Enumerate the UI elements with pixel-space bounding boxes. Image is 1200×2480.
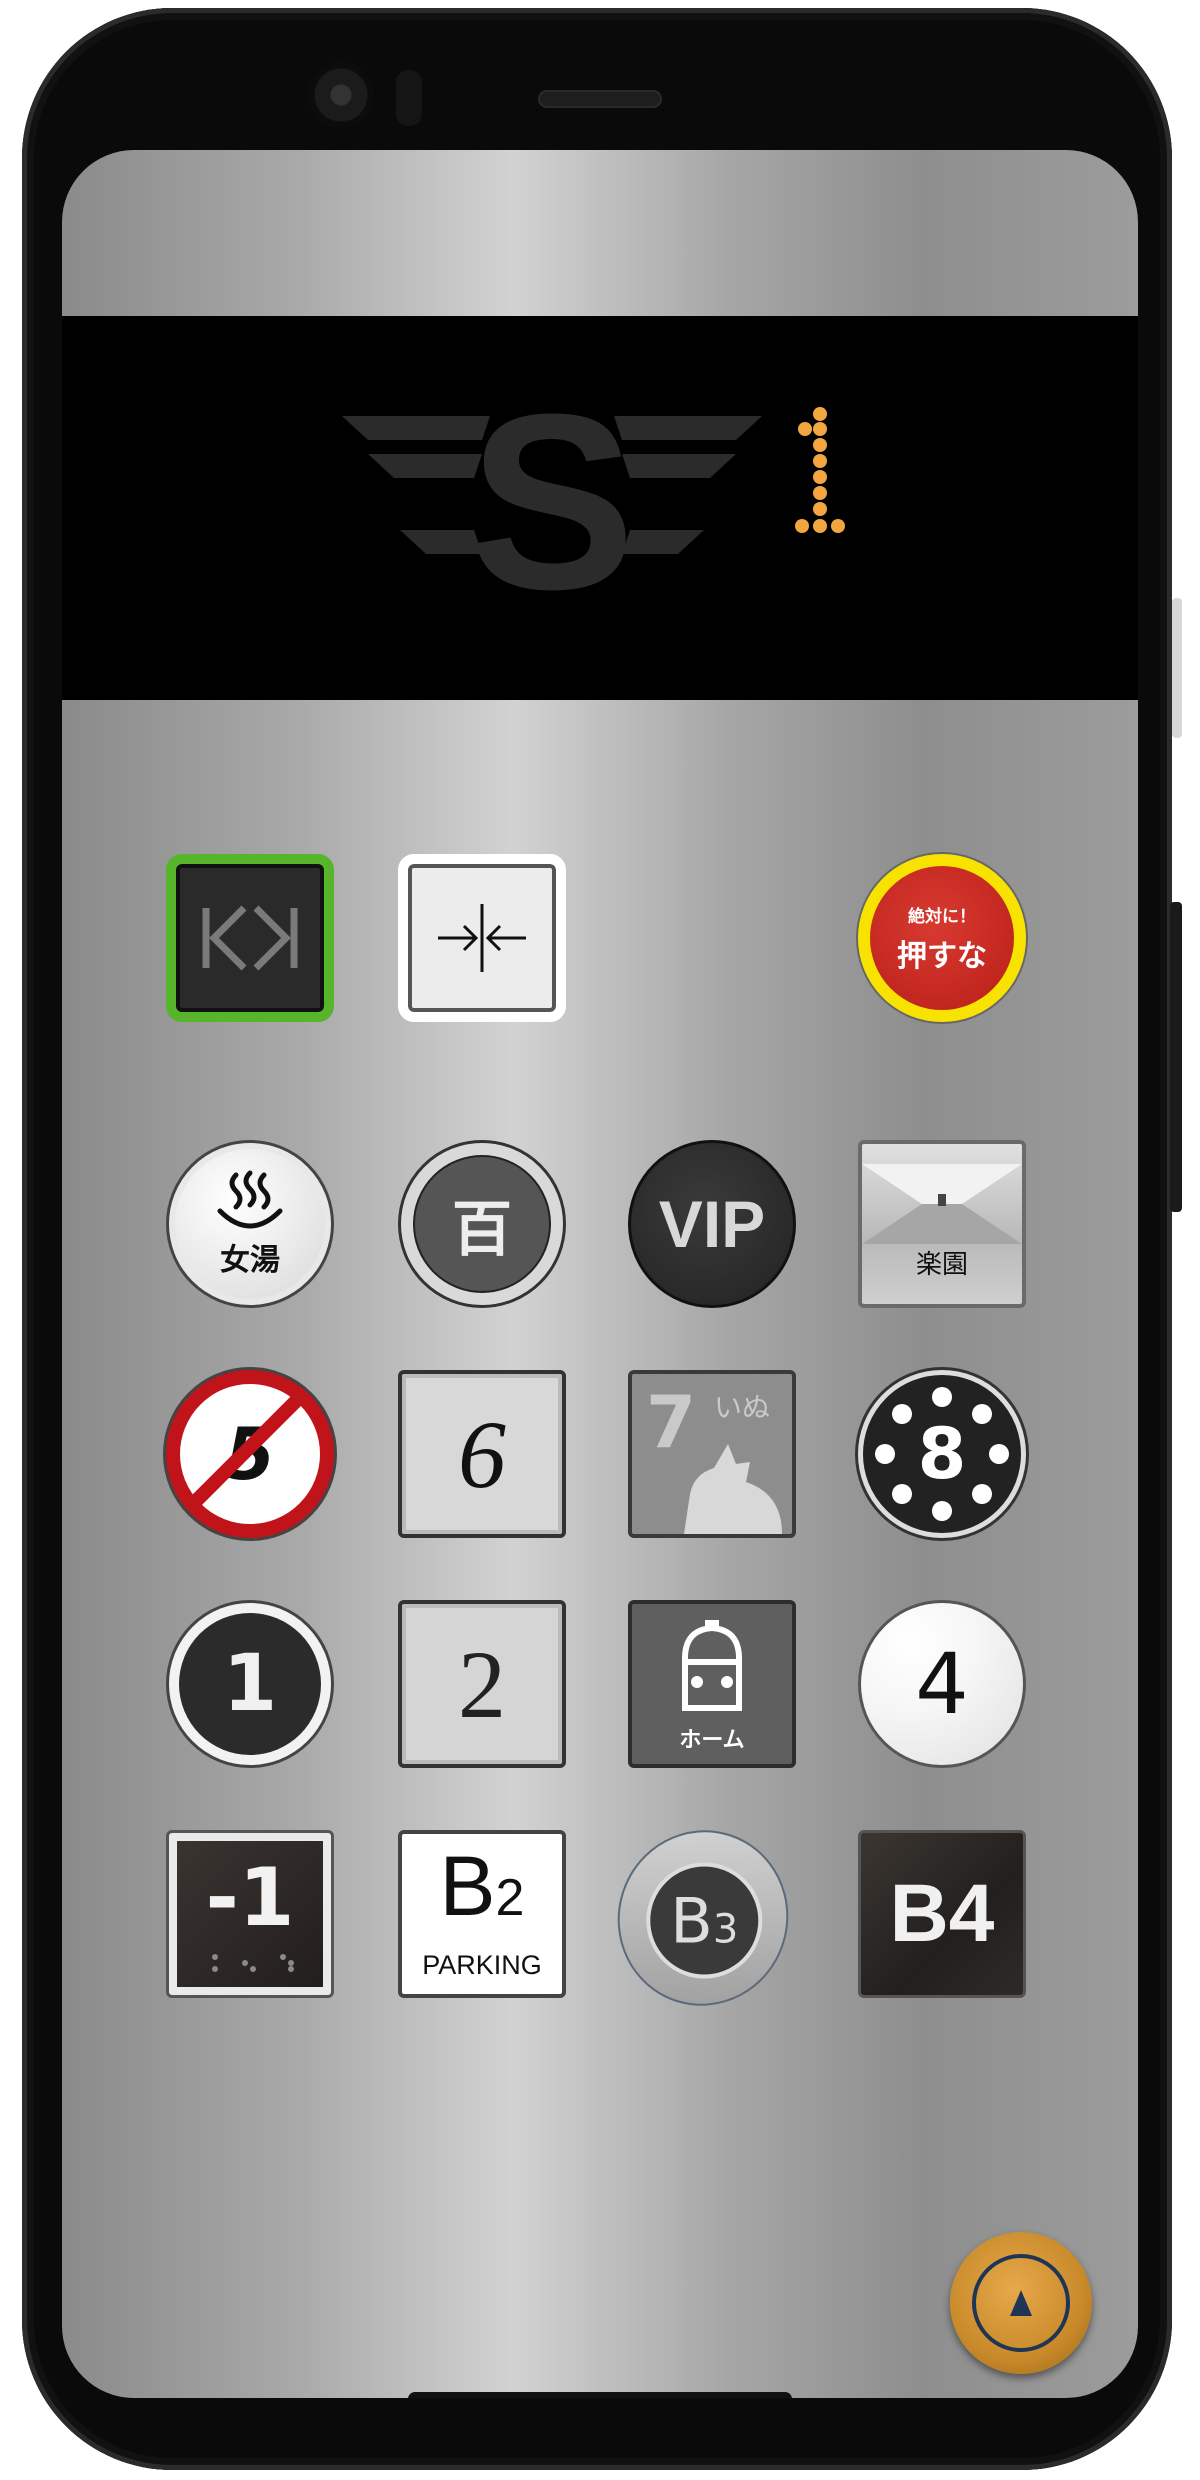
volume-button xyxy=(1170,902,1182,1212)
floor-1-button[interactable]: 1 xyxy=(166,1600,334,1768)
close-doors-icon: >< xyxy=(408,864,526,972)
floor-8-button[interactable]: 8 xyxy=(858,1370,1026,1538)
hot-spring-icon xyxy=(217,1170,283,1229)
floor-2-label: 2 xyxy=(458,1630,506,1738)
b2-number: 2 xyxy=(495,1869,525,1927)
floor-b4-label: B4 xyxy=(889,1868,995,1959)
hyaku-frame: 百 xyxy=(401,1143,563,1305)
open-doors-button[interactable] xyxy=(166,854,334,1022)
open-doors-icon xyxy=(202,905,298,971)
floor-7-word: いぬ xyxy=(714,1391,771,1424)
floor-b4-button[interactable]: B4 xyxy=(858,1830,1026,1998)
vip-label: VIP xyxy=(658,1187,766,1261)
no5-content: 5 xyxy=(180,1384,320,1524)
floor-b2-parking-button[interactable]: B2 PARKING xyxy=(398,1830,566,1998)
b3-inner: B3 xyxy=(646,1862,763,1979)
do-not-press-text: 絶対に！ 押すな xyxy=(870,866,1014,1010)
hyaku-label: 百 xyxy=(413,1155,551,1293)
earpiece xyxy=(538,90,662,108)
up-arrow-icon xyxy=(1010,2290,1032,2316)
floor-minus1-label: -1 xyxy=(205,1851,295,1944)
danger-top-label: 絶対に！ xyxy=(908,906,976,927)
camera-icon xyxy=(308,62,374,128)
elevator-panel-screen: S 1 >< 絶対に！ 押すな 女湯 百 VIP 楽園 6 7 いぬ 8 1 2… xyxy=(62,150,1138,2398)
floor-8-label: 8 xyxy=(917,1413,967,1495)
logo-letter: S xyxy=(469,378,636,618)
no-fifth-floor-button[interactable]: 5 xyxy=(166,1370,334,1538)
onsen-button[interactable]: 女湯 xyxy=(166,1140,334,1308)
hyaku-button[interactable]: 百 xyxy=(398,1140,566,1308)
floor-b3-button[interactable]: B3 xyxy=(594,1808,812,2028)
side-button xyxy=(1172,598,1182,738)
b3-number: 3 xyxy=(712,1906,739,1953)
platform-label: ホーム xyxy=(679,1728,745,1753)
vip-button[interactable]: VIP xyxy=(628,1140,796,1308)
floor-4-label: 4 xyxy=(915,1635,969,1733)
floor-minus1-button[interactable]: -1 xyxy=(166,1830,334,1998)
train-icon xyxy=(682,1620,742,1711)
onsen-content: 女湯 xyxy=(169,1143,331,1305)
dog-icon xyxy=(684,1444,782,1534)
up-action-button[interactable] xyxy=(950,2232,1092,2374)
floor-6-label: 6 xyxy=(458,1400,506,1508)
close-label: >< xyxy=(408,864,410,865)
paradise-icon xyxy=(862,1164,1022,1244)
floor-2-button[interactable]: 2 xyxy=(398,1600,566,1768)
danger-main-label: 押すな xyxy=(897,938,987,974)
floor-6-button[interactable]: 6 xyxy=(398,1370,566,1538)
floor-1-label: 1 xyxy=(179,1613,321,1755)
rakuen-label: 楽園 xyxy=(915,1250,968,1280)
close-doors-button[interactable]: >< xyxy=(398,854,566,1022)
braille-icon xyxy=(212,1954,294,1972)
floor-indicator: 1 xyxy=(790,406,845,533)
floor-4-button[interactable]: 4 xyxy=(858,1600,1026,1768)
b2-heading: B2 xyxy=(402,1838,562,1935)
b3-letter: B xyxy=(670,1884,713,1958)
floor-7-dog-button[interactable]: 7 いぬ xyxy=(628,1370,796,1538)
onsen-label: 女湯 xyxy=(220,1243,280,1278)
floor-number: 1 xyxy=(790,406,791,407)
sensor-icon xyxy=(396,70,422,126)
minus1-plate: -1 xyxy=(177,1841,323,1987)
floor-display: S 1 xyxy=(62,316,1138,700)
home-indicator[interactable] xyxy=(408,2392,792,2398)
rakuen-button[interactable]: 楽園 xyxy=(858,1140,1026,1308)
elevator-logo-icon: S xyxy=(342,378,762,618)
platform-button[interactable]: ホーム xyxy=(628,1600,796,1768)
b2-letter: B xyxy=(439,1839,496,1933)
b2-parking-label: PARKING xyxy=(422,1950,542,1980)
do-not-press-button[interactable]: 絶対に！ 押すな xyxy=(858,854,1026,1022)
